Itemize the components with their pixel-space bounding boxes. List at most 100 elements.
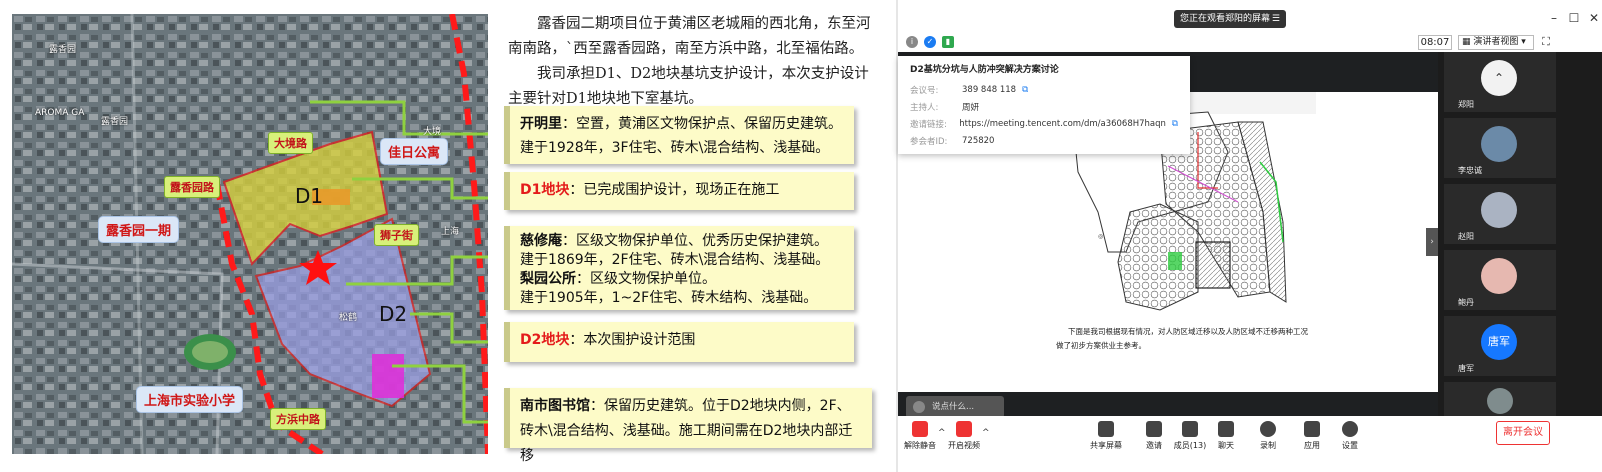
apps-button[interactable]: 应用 [1294, 421, 1330, 451]
chevron-up-icon[interactable]: ^ [938, 428, 946, 438]
video-label: 开启视频 [948, 441, 980, 450]
info-box-key: 开明里 [520, 116, 562, 132]
info-row-participant-id: 参会者ID: 725820 [910, 132, 1178, 149]
copy-icon[interactable]: ⧉ [1022, 85, 1028, 95]
map-label-aroma: AROMA GA [35, 108, 85, 118]
share-badge: 您正在观看郑阳的屏幕 ☰ [1174, 10, 1286, 28]
record-icon [1260, 421, 1276, 437]
info-box-key2: 梨园公所 [520, 271, 576, 287]
participant-tile[interactable]: 赵阳 [1444, 184, 1556, 244]
chevron-up-icon[interactable]: ^ [982, 428, 990, 438]
members-label: 成员(13) [1173, 441, 1207, 450]
view-mode-select[interactable]: ▦ 演讲者视图 ▾ [1458, 35, 1534, 50]
apps-icon [1304, 421, 1320, 437]
map-label-small-2: 露香园 [101, 117, 129, 127]
presentation-slide: 露香园 AROMA GA 露香园 大境 上海 松鹤 实验小学 大境路 佳日公寓 … [0, 0, 910, 472]
participant-name: 李忠诚 [1458, 166, 1482, 175]
shield-icon[interactable]: ✓ [924, 36, 936, 48]
members-button[interactable]: 成员(13) [1172, 421, 1208, 451]
invite-button[interactable]: 邀请 [1136, 421, 1172, 451]
participant-name: 郑阳 [1458, 100, 1474, 109]
svg-text:◎: ◎ [1098, 233, 1103, 240]
emoji-icon[interactable] [913, 401, 925, 413]
info-row-value: 389 848 118 [962, 84, 1017, 95]
chat-icon [1218, 421, 1234, 437]
doc-caption-1: 下面是我司根据现有情况，对人防区域迁移以及人防区域不迁移两种工况 [1068, 327, 1308, 336]
info-box-sep: ： [576, 271, 590, 287]
record-label: 录制 [1260, 441, 1276, 450]
info-box-line3: 建于1905年，1~2F住宅、砖木结构、浅基础。 [520, 290, 818, 306]
avatar [1481, 126, 1517, 162]
info-box-sep: ： [569, 332, 584, 348]
share-label: 共享屏幕 [1090, 441, 1122, 450]
participant-name: 赵阳 [1458, 232, 1474, 241]
mute-button[interactable]: 解除静音 [902, 421, 938, 451]
chat-input[interactable]: 说点什么... [906, 396, 1004, 418]
grid-icon: ▦ [1462, 37, 1474, 47]
participant-tile[interactable] [1444, 382, 1556, 416]
info-box-d1: D1地块：已完成围护设计，现场正在施工 [504, 172, 854, 210]
info-box-cixiu: 慈修庵：区级文物保护单位、优秀历史保护建筑。 建于1869年，2F住宅、砖木\混… [504, 226, 854, 310]
info-box-sep: ： [590, 398, 604, 414]
info-row-link: 邀请链接: https://meeting.tencent.com/dm/a360… [910, 115, 1178, 132]
map-label-dajing-small: 大境 [423, 127, 442, 137]
settings-label: 设置 [1342, 441, 1358, 450]
info-box-kaiming: 开明里：空置，黄浦区文物保护点、保留历史建筑。 建于1928年，3F住宅、砖木\… [504, 106, 854, 164]
participant-tile[interactable]: 唐军 唐军 [1444, 316, 1556, 376]
info-row-label: 主持人: [910, 102, 939, 113]
close-icon[interactable]: ✕ [1586, 11, 1602, 25]
doc-caption-2: 做了初步方案供业主参考。 [1056, 341, 1146, 350]
scroll-up-icon[interactable]: ⌃ [1481, 60, 1517, 96]
info-row-label: 会议号: [910, 85, 939, 96]
share-screen-button[interactable]: 共享屏幕 [1088, 421, 1124, 451]
satellite-map: 露香园 AROMA GA 露香园 大境 上海 松鹤 实验小学 大境路 佳日公寓 … [12, 14, 488, 454]
info-box-text: 区级文物保护单位、优秀历史保护建筑。 [576, 233, 828, 249]
participant-tile[interactable]: ⌃ 郑阳 [1444, 52, 1556, 112]
map-label-fangbang-road: 方浜中路 [270, 408, 326, 430]
info-box-text: 本次围护设计范围 [583, 332, 696, 348]
chat-placeholder: 说点什么... [932, 402, 975, 412]
info-box-library: 南市图书馆：保留历史建筑。位于D2地块内侧，2F、砖木\混合结构、浅基础。施工期… [504, 388, 872, 464]
collapse-sidebar-icon[interactable]: › [1426, 228, 1438, 256]
info-box-text: 已完成围护设计，现场正在施工 [583, 182, 780, 198]
copy-icon[interactable]: ⧉ [1172, 119, 1178, 129]
info-box-sep: ： [569, 182, 584, 198]
view-mode-label: 演讲者视图 [1473, 37, 1519, 47]
record-button[interactable]: 录制 [1250, 421, 1286, 451]
users-icon [1182, 421, 1198, 437]
settings-button[interactable]: 设置 [1332, 421, 1368, 451]
participant-tile[interactable]: 鲍丹 [1444, 250, 1556, 310]
invite-link[interactable]: https://meeting.tencent.com/dm/a36068H7h… [959, 119, 1166, 129]
info-icon[interactable]: i [906, 36, 918, 48]
share-badge-text: 您正在观看郑阳的屏幕 [1180, 14, 1271, 24]
chat-button[interactable]: 聊天 [1208, 421, 1244, 451]
info-box-key: D2地块 [520, 332, 570, 348]
info-box-d2: D2地块：本次围护设计范围 [504, 322, 854, 362]
scroll-down-icon[interactable] [1487, 388, 1513, 414]
fullscreen-icon[interactable]: ⛶ [1538, 35, 1554, 49]
info-row-id: 会议号: 389 848 118 ⧉ [910, 81, 1178, 98]
map-label-shanghai-school: 上海市实验小学 [136, 386, 244, 413]
map-label-d1: D1 [295, 184, 324, 208]
info-box-line2: 建于1869年，2F住宅、砖木\混合结构、浅基础。 [520, 252, 830, 268]
map-label-shanghai-small: 上海 [441, 227, 460, 237]
minimize-icon[interactable]: – [1546, 11, 1562, 25]
map-label-luxiangyuan-phase1: 露香园一期 [98, 216, 180, 243]
participant-sidebar: › ⌃ 郑阳 李忠诚 赵阳 鲍丹 唐军 唐军 [1426, 52, 1602, 416]
info-row-label: 参会者ID: [910, 136, 948, 147]
meeting-timer: 08:07 [1418, 35, 1452, 50]
signal-icon[interactable]: ▮ [942, 36, 954, 48]
share-screen-icon [1098, 421, 1114, 437]
leave-meeting-button[interactable]: 离开会议 [1496, 421, 1550, 445]
invite-label: 邀请 [1146, 441, 1162, 450]
menu-icon[interactable]: ☰ [1272, 10, 1280, 28]
maximize-icon[interactable]: ☐ [1566, 11, 1582, 25]
participant-tile[interactable]: 李忠诚 [1444, 118, 1556, 178]
map-label-jiari-apartment: 佳日公寓 [380, 138, 449, 165]
video-button[interactable]: 开启视频 [946, 421, 982, 451]
info-row-value: 725820 [962, 135, 995, 146]
meeting-window: 您正在观看郑阳的屏幕 ☰ – ☐ ✕ i ✓ ▮ 08:07 ▦ 演讲者视图 ▾… [898, 0, 1602, 472]
map-label-dajing-road: 大境路 [268, 132, 313, 154]
info-box-line2: 建于1928年，3F住宅、砖木\混合结构、浅基础。 [520, 140, 830, 156]
info-box-sep: ： [562, 233, 576, 249]
